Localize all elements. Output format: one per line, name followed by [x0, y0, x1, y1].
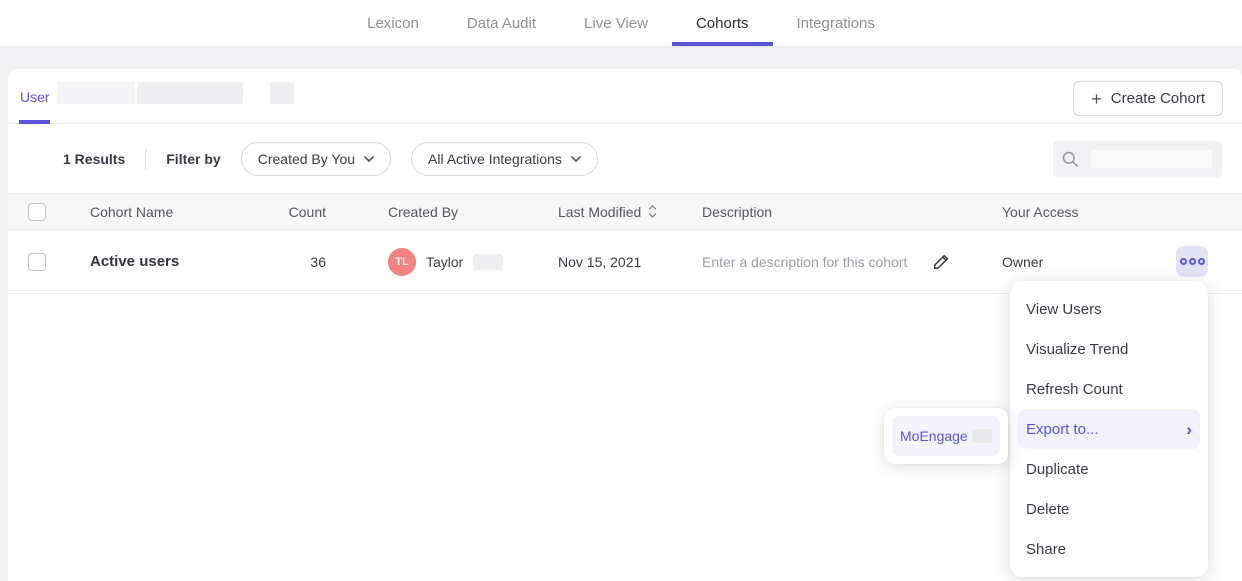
created-by-name: Taylor	[426, 254, 463, 270]
panel-header: User + Create Cohort	[8, 69, 1242, 124]
created-by-dropdown-value: Created By You	[258, 151, 355, 167]
tab-data-audit[interactable]: Data Audit	[443, 0, 560, 46]
search-input[interactable]	[1053, 141, 1222, 177]
header-last-modified[interactable]: Last Modified	[558, 204, 702, 220]
submenu-item-moengage-label: MoEngage	[900, 428, 968, 444]
cohort-count: 36	[280, 254, 326, 270]
active-integrations-dropdown[interactable]: All Active Integrations	[411, 142, 598, 176]
menu-item-share[interactable]: Share	[1010, 529, 1208, 569]
redacted-search-text	[1091, 150, 1212, 168]
sort-icon	[648, 205, 657, 218]
header-description: Description	[702, 204, 1002, 220]
tab-live-view[interactable]: Live View	[560, 0, 672, 46]
redacted-last-name	[473, 254, 503, 270]
row-checkbox[interactable]	[28, 253, 46, 271]
submenu-item-moengage[interactable]: MoEngage	[892, 416, 1000, 456]
menu-item-visualize-trend[interactable]: Visualize Trend	[1010, 329, 1208, 369]
chevron-down-icon	[571, 156, 581, 162]
created-by-dropdown[interactable]: Created By You	[241, 142, 391, 176]
redacted-submenu-text	[972, 429, 992, 443]
last-modified-date: Nov 15, 2021	[558, 254, 702, 270]
table-header-row: Cohort Name Count Created By Last Modifi…	[8, 193, 1242, 230]
chevron-right-icon: ›	[1186, 421, 1192, 438]
tab-lexicon[interactable]: Lexicon	[343, 0, 443, 46]
row-actions-menu: View Users Visualize Trend Refresh Count…	[1010, 281, 1208, 577]
header-created-by: Created By	[326, 204, 558, 220]
filter-bar: 1 Results Filter by Created By You All A…	[8, 124, 1242, 193]
menu-item-refresh-count[interactable]: Refresh Count	[1010, 369, 1208, 409]
row-actions-button[interactable]	[1176, 246, 1208, 277]
plus-icon: +	[1091, 90, 1102, 108]
tab-cohorts[interactable]: Cohorts	[672, 0, 773, 46]
avatar: TL	[388, 248, 416, 276]
redacted-tab-1	[57, 82, 135, 104]
cohort-name-link[interactable]: Active users	[82, 253, 280, 270]
header-your-access: Your Access	[1002, 204, 1176, 220]
create-cohort-button[interactable]: + Create Cohort	[1073, 81, 1223, 116]
filter-by-label: Filter by	[166, 151, 220, 167]
menu-item-export-to-label: Export to...	[1026, 421, 1099, 438]
tab-user[interactable]: User	[20, 89, 50, 105]
tab-integrations[interactable]: Integrations	[773, 0, 899, 46]
header-last-modified-label: Last Modified	[558, 204, 641, 220]
redacted-tab-3	[270, 82, 294, 104]
header-count: Count	[280, 204, 326, 220]
export-submenu: MoEngage	[884, 408, 1008, 464]
dot-icon	[1189, 258, 1196, 265]
dot-icon	[1198, 258, 1205, 265]
top-navigation: Lexicon Data Audit Live View Cohorts Int…	[0, 0, 1242, 47]
divider	[145, 148, 146, 170]
select-all-checkbox[interactable]	[28, 203, 46, 221]
active-integrations-dropdown-value: All Active Integrations	[428, 151, 562, 167]
menu-item-export-to[interactable]: Export to... ›	[1018, 409, 1200, 449]
create-cohort-label: Create Cohort	[1111, 90, 1205, 107]
menu-item-delete[interactable]: Delete	[1010, 489, 1208, 529]
your-access-value: Owner	[1002, 254, 1176, 270]
header-cohort-name: Cohort Name	[82, 204, 280, 220]
chevron-down-icon	[364, 156, 374, 162]
results-count: 1 Results	[63, 151, 125, 167]
search-icon	[1061, 150, 1080, 169]
menu-item-duplicate[interactable]: Duplicate	[1010, 449, 1208, 489]
edit-pencil-icon[interactable]	[931, 252, 951, 272]
description-placeholder[interactable]: Enter a description for this cohort	[702, 254, 907, 270]
menu-item-view-users[interactable]: View Users	[1010, 289, 1208, 329]
dot-icon	[1180, 258, 1187, 265]
redacted-tab-2	[137, 82, 243, 104]
